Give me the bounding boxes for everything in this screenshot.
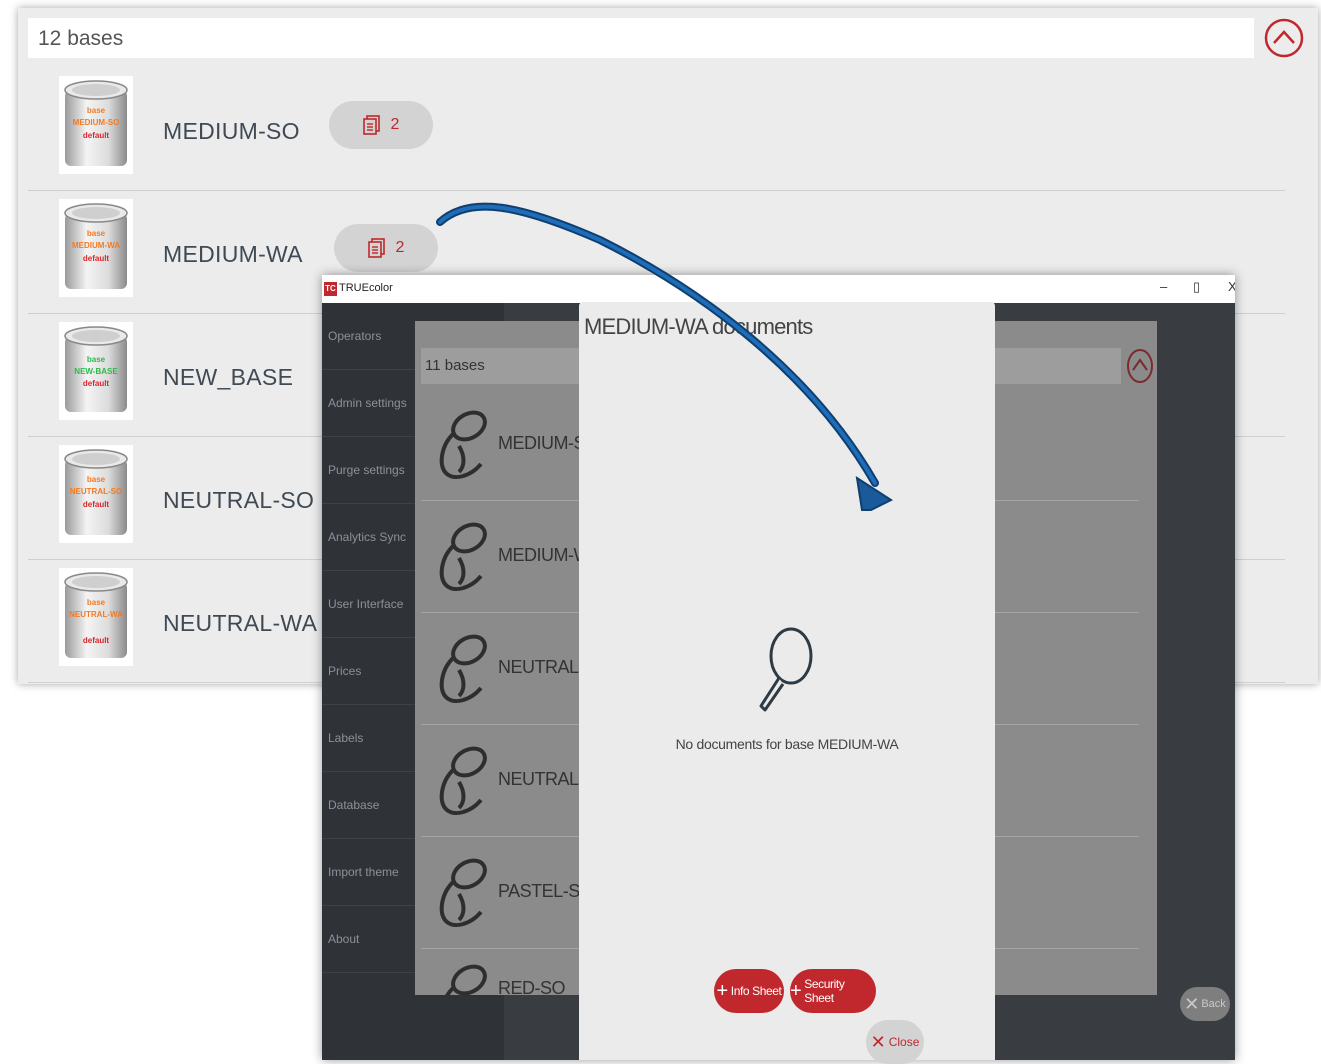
close-window-button[interactable]: X xyxy=(1228,279,1235,294)
base-name: NEUTRAL-WA xyxy=(163,610,318,636)
add-info-sheet-button[interactable]: + Info Sheet xyxy=(714,969,784,1013)
paint-can-icon: base NEUTRAL-WA default xyxy=(59,568,133,666)
document-count: 2 xyxy=(390,116,400,133)
restore-button[interactable]: ▯ xyxy=(1193,279,1200,295)
inner-base-name: RED-SO xyxy=(498,978,566,995)
paint-can-icon: base MEDIUM-SO default xyxy=(59,76,133,174)
base-name: NEUTRAL-SO xyxy=(163,487,315,513)
paint-can-icon: base NEUTRAL-SO default xyxy=(59,445,133,543)
minimize-button[interactable]: – xyxy=(1160,279,1167,294)
search-icon xyxy=(759,627,813,712)
can-text: NEUTRAL-WA xyxy=(69,610,123,619)
bases-count-label: 12 bases xyxy=(38,27,124,50)
can-text: NEUTRAL-SO xyxy=(70,487,122,496)
close-dialog-button[interactable]: ✕ Close xyxy=(866,1020,924,1064)
documents-button[interactable]: 2 xyxy=(329,101,433,149)
window-title: TRUEcolor xyxy=(339,282,393,294)
paint-can-icon: base MEDIUM-WA default xyxy=(59,199,133,297)
close-label: Close xyxy=(888,1035,920,1049)
documents-dialog: MEDIUM-WA documents No documents for bas… xyxy=(579,302,995,1064)
bases-count-header: 12 bases xyxy=(28,18,1254,58)
info-sheet-label: Info Sheet xyxy=(730,984,782,998)
can-text: base xyxy=(87,598,106,607)
paint-can-icon xyxy=(439,522,487,592)
paint-can-icon xyxy=(439,410,487,480)
can-text: default xyxy=(83,379,110,388)
can-text: NEW-BASE xyxy=(74,367,118,376)
base-name: NEW_BASE xyxy=(163,364,294,390)
back-button[interactable]: ✕ Back xyxy=(1180,987,1230,1021)
close-x-icon: ✕ xyxy=(1184,993,1200,1014)
can-text: base xyxy=(87,229,106,238)
security-sheet-label: Security Sheet xyxy=(804,977,845,1005)
empty-state-message: No documents for base MEDIUM-WA xyxy=(675,736,899,752)
can-text: default xyxy=(83,254,110,263)
can-text: base xyxy=(87,355,106,364)
add-security-sheet-button[interactable]: + Security Sheet xyxy=(790,969,876,1013)
close-x-icon: ✕ xyxy=(870,1031,886,1052)
can-text: default xyxy=(83,131,110,140)
inner-count-label: 11 bases xyxy=(425,357,485,374)
app-logo: TC xyxy=(324,282,337,296)
document-icon xyxy=(367,238,385,258)
can-text: MEDIUM-SO xyxy=(73,118,120,127)
paint-can-icon xyxy=(445,964,487,995)
can-text: default xyxy=(83,500,110,509)
can-text: MEDIUM-WA xyxy=(72,241,120,250)
can-text: base xyxy=(87,106,106,115)
base-name: MEDIUM-WA xyxy=(163,241,303,267)
base-name: MEDIUM-SO xyxy=(163,118,300,144)
chevron-up-icon[interactable] xyxy=(1264,18,1304,58)
plus-icon: + xyxy=(716,980,729,1002)
can-text: default xyxy=(83,636,110,645)
title-bar: TC TRUEcolor – ▯ X xyxy=(322,275,1235,303)
chevron-up-icon[interactable] xyxy=(1125,347,1155,385)
base-row[interactable]: base MEDIUM-SO default MEDIUM-SO 2 xyxy=(28,68,1285,191)
dialog-title: MEDIUM-WA documents xyxy=(584,314,813,339)
document-icon xyxy=(362,115,380,135)
paint-can-icon xyxy=(439,858,487,928)
paint-can-icon: base NEW-BASE default xyxy=(59,322,133,420)
back-label: Back xyxy=(1201,998,1226,1010)
paint-can-icon xyxy=(439,634,487,704)
documents-button[interactable]: 2 xyxy=(334,224,438,272)
can-text: base xyxy=(87,475,106,484)
document-count: 2 xyxy=(395,239,405,256)
plus-icon: + xyxy=(790,980,802,1002)
paint-can-icon xyxy=(439,746,487,816)
